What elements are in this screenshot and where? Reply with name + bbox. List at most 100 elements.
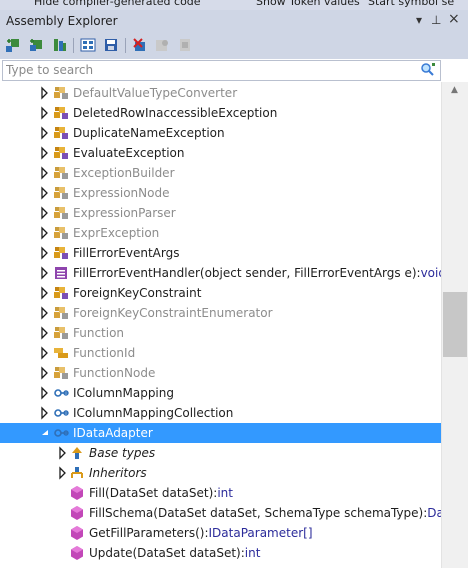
assembly-tree: DefaultValueTypeConverter DeletedRowInacc… xyxy=(0,82,442,568)
tree-row-text: GetFillParameters(): xyxy=(89,526,209,540)
tree-row-label: GetFillParameters():IDataParameter[] xyxy=(89,526,313,540)
delegate-icon xyxy=(55,267,67,279)
add-folder-icon[interactable] xyxy=(28,37,44,53)
tree-row-text: IColumnMappingCollection xyxy=(73,406,234,420)
tree-row[interactable]: DefaultValueTypeConverter xyxy=(0,83,442,103)
scroll-up-icon[interactable]: ▲ xyxy=(451,85,458,95)
start-symbol-option[interactable]: Start symbol se xyxy=(368,0,454,8)
search-input[interactable] xyxy=(6,62,406,78)
search-options-icon[interactable] xyxy=(420,62,437,78)
show-token-values-option[interactable]: Show Token values xyxy=(256,0,360,8)
tree-row-label: EvaluateException xyxy=(73,146,184,160)
add-assembly-icon[interactable] xyxy=(5,37,21,53)
scrollbar-thumb[interactable] xyxy=(443,292,467,357)
tree-row-text: Fill(DataSet dataSet): xyxy=(89,486,218,500)
collapsed-arrow-icon[interactable] xyxy=(39,383,51,403)
collapsed-arrow-icon[interactable] xyxy=(39,403,51,423)
tree-row-label: Update(DataSet dataSet):int xyxy=(89,546,260,560)
collapsed-arrow-icon[interactable] xyxy=(39,363,51,383)
tree-row-text: FillSchema(DataSet dataSet, SchemaType s… xyxy=(89,506,428,520)
close-button[interactable]: × xyxy=(448,11,460,27)
tree-row-text: DuplicateNameException xyxy=(73,126,225,140)
class-gray-icon xyxy=(54,87,68,99)
class-icon xyxy=(54,147,68,159)
tree-row[interactable]: FillErrorEventHandler(object sender, Fil… xyxy=(0,263,442,283)
tree-row-label: FillSchema(DataSet dataSet, SchemaType s… xyxy=(89,506,442,520)
tree-row-text: Update(DataSet dataSet): xyxy=(89,546,245,560)
tree-row[interactable]: ForeignKeyConstraintEnumerator xyxy=(0,303,442,323)
add-nuget-icon[interactable] xyxy=(51,37,67,53)
collapsed-arrow-icon[interactable] xyxy=(39,243,51,263)
tree-row[interactable]: ExceptionBuilder xyxy=(0,163,442,183)
dropdown-button[interactable]: ▾ xyxy=(416,13,422,27)
tree-row[interactable]: EvaluateException xyxy=(0,143,442,163)
tree-row-label: Inheritors xyxy=(89,466,147,480)
return-type: void xyxy=(420,266,442,280)
tree-row[interactable]: ExpressionNode xyxy=(0,183,442,203)
class-icon xyxy=(54,107,68,119)
tree-row[interactable]: DeletedRowInaccessibleException xyxy=(0,103,442,123)
tree-row[interactable]: Base types xyxy=(0,443,442,463)
method-icon xyxy=(71,506,83,520)
tree-row[interactable] xyxy=(0,563,442,568)
collapsed-arrow-icon[interactable] xyxy=(39,203,51,223)
class-gray-icon xyxy=(54,207,68,219)
open-list-icon[interactable] xyxy=(80,37,96,53)
tree-row[interactable]: Fill(DataSet dataSet):int xyxy=(0,483,442,503)
tree-row[interactable]: IColumnMappingCollection xyxy=(0,403,442,423)
collapsed-arrow-icon[interactable] xyxy=(39,263,51,283)
class-gray-icon xyxy=(54,307,68,319)
tree-row[interactable]: ExpressionParser xyxy=(0,203,442,223)
collapsed-arrow-icon[interactable] xyxy=(39,183,51,203)
tree-row[interactable]: IDataAdapter xyxy=(0,423,442,443)
pin-button[interactable]: ⊥ xyxy=(431,13,441,27)
toolbar-separator xyxy=(73,38,74,53)
collapsed-arrow-icon[interactable] xyxy=(39,143,51,163)
tree-row[interactable]: ForeignKeyConstraint xyxy=(0,283,442,303)
tree-row-label: Function xyxy=(73,326,124,340)
tree-row[interactable]: FunctionNode xyxy=(0,363,442,383)
tree-row[interactable]: Function xyxy=(0,323,442,343)
tree-row-label: ExpressionNode xyxy=(73,186,169,200)
tree-row[interactable]: IColumnMapping xyxy=(0,383,442,403)
collapsed-arrow-icon[interactable] xyxy=(39,303,51,323)
collapsed-arrow-icon[interactable] xyxy=(39,83,51,103)
save-list-icon[interactable] xyxy=(103,37,119,53)
expanded-arrow-icon[interactable] xyxy=(39,423,51,443)
tree-row-text: IColumnMapping xyxy=(73,386,174,400)
remove-assembly-icon[interactable] xyxy=(132,37,148,53)
tree-row[interactable]: Update(DataSet dataSet):int xyxy=(0,543,442,563)
interface-icon xyxy=(54,389,69,397)
toolbar-separator xyxy=(125,38,126,53)
class-icon xyxy=(54,127,68,139)
tree-row-label: ExpressionParser xyxy=(73,206,176,220)
tree-row[interactable]: ExprException xyxy=(0,223,442,243)
vertical-scrollbar[interactable]: ▲ xyxy=(441,82,468,568)
tree-row-text: Function xyxy=(73,326,125,340)
tree-row[interactable]: FillSchema(DataSet dataSet, SchemaType s… xyxy=(0,503,442,523)
hide-compiler-code-option[interactable]: Hide compiler-generated code xyxy=(34,0,201,8)
collapsed-arrow-icon[interactable] xyxy=(39,103,51,123)
collapsed-arrow-icon[interactable] xyxy=(39,283,51,303)
tree-row[interactable]: DuplicateNameException xyxy=(0,123,442,143)
class-icon xyxy=(54,247,68,259)
collapsed-arrow-icon[interactable] xyxy=(57,463,69,483)
tree-row-text: EvaluateException xyxy=(73,146,185,160)
tree-row-text: ExpressionNode xyxy=(73,186,170,200)
collapsed-arrow-icon[interactable] xyxy=(39,223,51,243)
collapsed-arrow-icon[interactable] xyxy=(57,443,69,463)
tree-row-text: Inheritors xyxy=(89,466,147,480)
return-type: int xyxy=(244,546,261,560)
tree-row-text: DefaultValueTypeConverter xyxy=(73,86,238,100)
class-icon xyxy=(54,287,68,299)
tree-row[interactable]: FunctionId xyxy=(0,343,442,363)
collapsed-arrow-icon[interactable] xyxy=(39,323,51,343)
tree-row-text: FunctionNode xyxy=(73,366,156,380)
collapsed-arrow-icon[interactable] xyxy=(39,163,51,183)
tree-row-text: IDataAdapter xyxy=(73,426,153,440)
collapsed-arrow-icon[interactable] xyxy=(39,123,51,143)
tree-row[interactable]: Inheritors xyxy=(0,463,442,483)
tree-row[interactable]: GetFillParameters():IDataParameter[] xyxy=(0,523,442,543)
collapsed-arrow-icon[interactable] xyxy=(39,343,51,363)
tree-row[interactable]: FillErrorEventArgs xyxy=(0,243,442,263)
